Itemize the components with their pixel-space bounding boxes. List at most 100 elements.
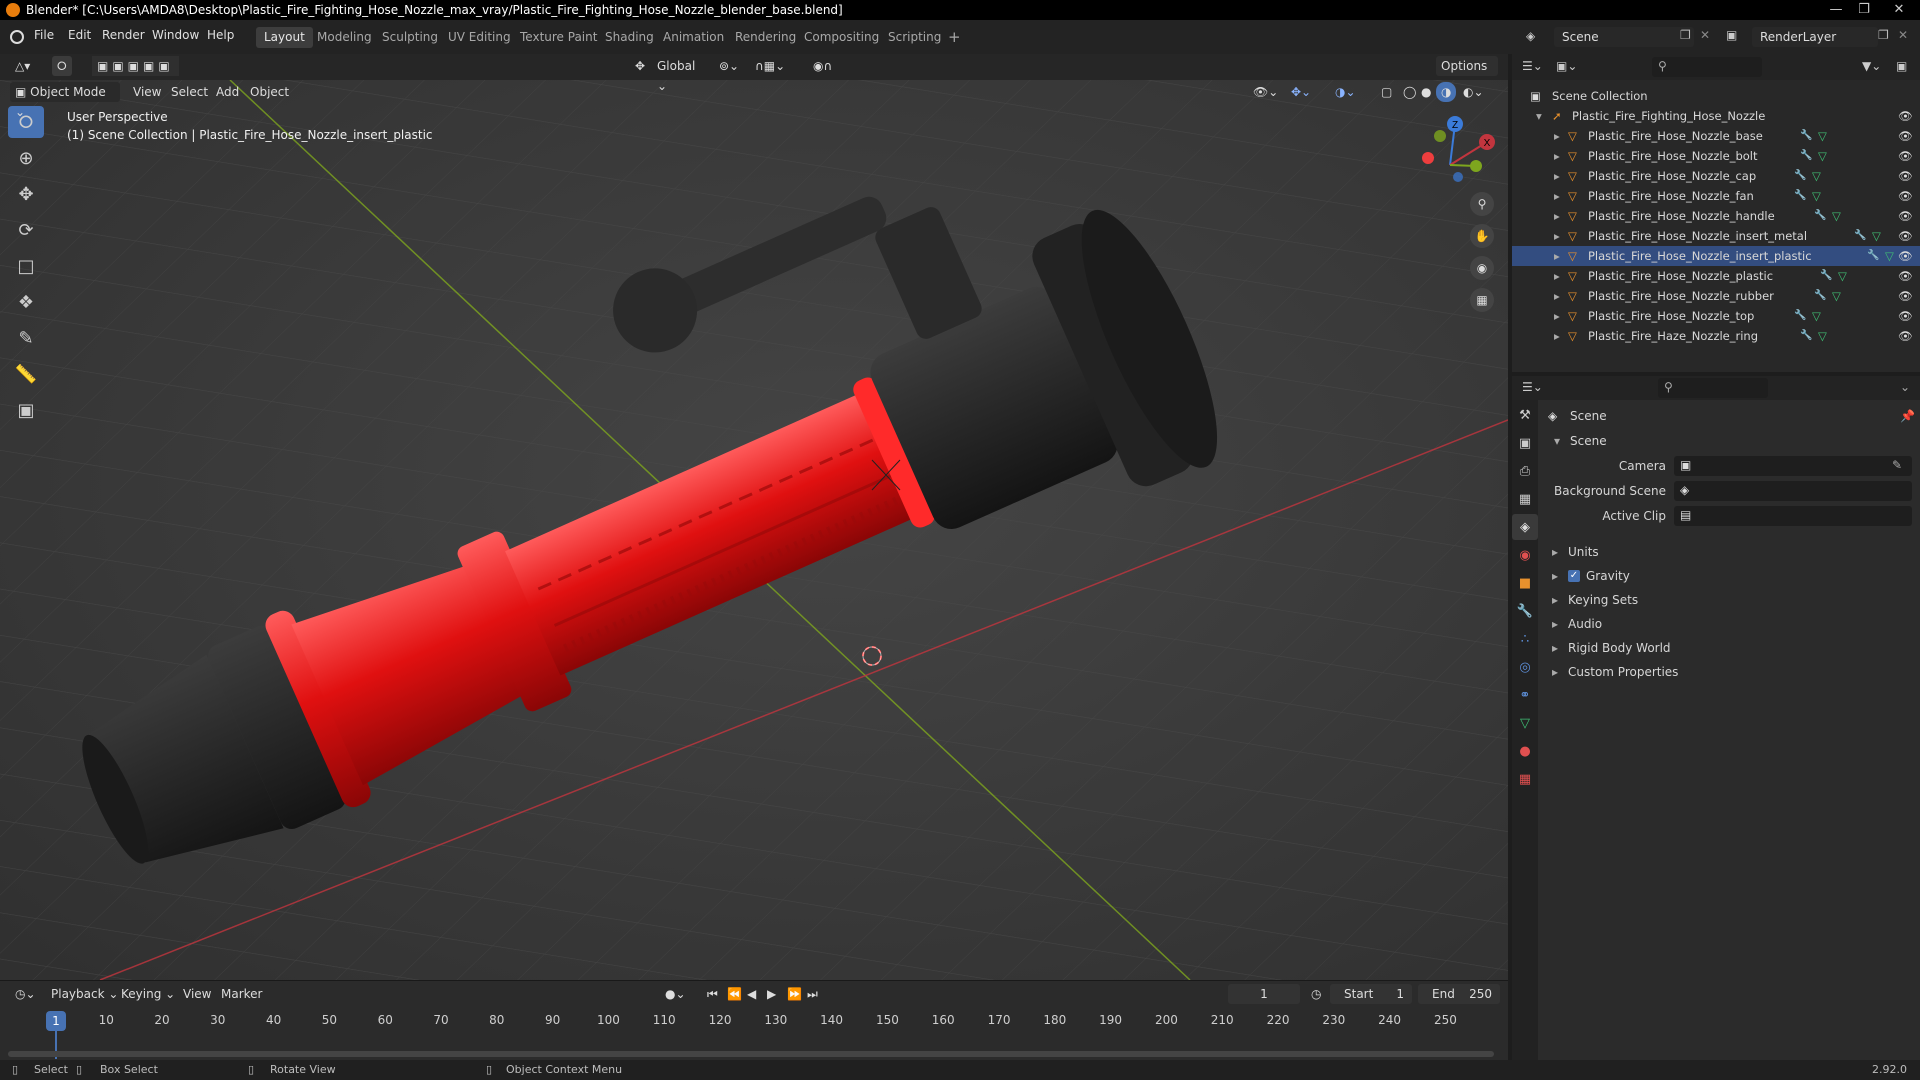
- output-tab-icon[interactable]: ⎙: [1512, 458, 1538, 484]
- tab-animation[interactable]: Animation: [655, 27, 732, 48]
- tab-shading[interactable]: Shading: [597, 27, 662, 48]
- menu-window[interactable]: Window: [152, 28, 199, 42]
- modifier-icon[interactable]: 🔧: [1867, 246, 1879, 266]
- properties-search-input[interactable]: ⚲: [1658, 378, 1768, 398]
- xray-toggle-icon[interactable]: ▢: [1376, 82, 1397, 102]
- outliner-object-row[interactable]: Plastic_Fire_Hose_Nozzle_plastic ▸ ▽ 🔧 ▽ 👁: [1512, 266, 1920, 286]
- expand-arrow-icon[interactable]: ▸: [1554, 166, 1560, 186]
- visibility-eye-icon[interactable]: 👁: [1898, 166, 1913, 186]
- menu-file[interactable]: File: [34, 28, 54, 42]
- expand-arrow-icon[interactable]: ▸: [1554, 206, 1560, 226]
- jump-end-icon[interactable]: ⏭: [802, 984, 823, 1004]
- modifier-icon[interactable]: 🔧: [1814, 206, 1826, 226]
- tab-layout[interactable]: Layout: [256, 27, 313, 48]
- expand-arrow-icon[interactable]: ▸: [1554, 306, 1560, 326]
- gizmo-toggle-icon[interactable]: ✥⌄: [1286, 82, 1316, 102]
- preview-range-icon[interactable]: ◷: [1306, 984, 1326, 1004]
- modifier-icon[interactable]: 🔧: [1800, 126, 1812, 146]
- current-frame-field[interactable]: 1: [1228, 984, 1300, 1004]
- select-box-tool-icon[interactable]: ⭘: [8, 106, 44, 138]
- cursor-tool-icon[interactable]: ⊕: [8, 142, 44, 174]
- rotate-tool-icon[interactable]: ⟳: [8, 214, 44, 246]
- visibility-eye-icon[interactable]: 👁: [1898, 226, 1913, 246]
- modifier-icon[interactable]: 🔧: [1814, 286, 1826, 306]
- viewport-menu-object[interactable]: Object: [245, 82, 294, 102]
- blender-menu-icon[interactable]: [10, 30, 24, 44]
- play-reverse-icon[interactable]: ◀: [742, 984, 761, 1004]
- timeline-menu-playback[interactable]: Playback ⌄: [46, 984, 123, 1004]
- outliner-object-row[interactable]: Plastic_Fire_Hose_Nozzle_fan ▸ ▽ 🔧 ▽ 👁: [1512, 186, 1920, 206]
- expand-arrow-icon[interactable]: ▸: [1554, 326, 1560, 346]
- outliner-object-row[interactable]: Plastic_Fire_Hose_Nozzle_top ▸ ▽ 🔧 ▽ 👁: [1512, 306, 1920, 326]
- options-dropdown[interactable]: Options ⌄: [1436, 56, 1498, 93]
- material-preview-shading-icon[interactable]: ◑: [1436, 82, 1457, 102]
- new-scene-icon[interactable]: ❐: [1680, 28, 1691, 42]
- keying-sets-subpanel[interactable]: ▸ Keying Sets: [1548, 590, 1908, 610]
- outliner-object-row[interactable]: Plastic_Fire_Hose_Nozzle_rubber ▸ ▽ 🔧 ▽ 👁: [1512, 286, 1920, 306]
- modifier-icon[interactable]: 🔧: [1854, 226, 1866, 246]
- timeline-scrollbar[interactable]: [8, 1051, 1494, 1057]
- visibility-eye-icon[interactable]: 👁: [1898, 146, 1913, 166]
- remove-renderlayer-icon[interactable]: ✕: [1898, 28, 1908, 42]
- object-mode-dropdown[interactable]: ▣ Object Mode ⌄: [10, 82, 120, 119]
- proportional-edit-icon[interactable]: ◉∩: [808, 56, 837, 76]
- scale-tool-icon[interactable]: □: [8, 250, 44, 282]
- scene-selector-icon[interactable]: ◈: [1526, 29, 1535, 43]
- outliner-object-row[interactable]: Plastic_Fire_Hose_Nozzle_handle ▸ ▽ 🔧 ▽ 👁: [1512, 206, 1920, 226]
- select-tool-icon[interactable]: ⭘: [52, 56, 72, 76]
- outliner-object-row[interactable]: Plastic_Fire_Haze_Nozzle_ring ▸ ▽ 🔧 ▽ 👁: [1512, 326, 1920, 346]
- view-layer-tab-icon[interactable]: ▦: [1512, 486, 1538, 512]
- jump-start-icon[interactable]: ⏮: [702, 984, 723, 1004]
- tab-texture-paint[interactable]: Texture Paint: [512, 27, 605, 48]
- expand-arrow-icon[interactable]: ▸: [1554, 126, 1560, 146]
- outliner-object-row[interactable]: Plastic_Fire_Hose_Nozzle_insert_plastic ▸…: [1512, 246, 1920, 266]
- outliner-search-input[interactable]: ⚲: [1652, 57, 1762, 77]
- expand-arrow-icon[interactable]: ▸: [1554, 246, 1560, 266]
- rigid-body-world-subpanel[interactable]: ▸ Rigid Body World: [1548, 638, 1908, 658]
- renderlayer-field[interactable]: RenderLayer: [1752, 27, 1878, 47]
- move-tool-icon[interactable]: ✥: [8, 178, 44, 210]
- scene-tab-icon[interactable]: ◈: [1512, 514, 1538, 540]
- maximize-icon[interactable]: ❐: [1850, 0, 1878, 20]
- constraints-tab-icon[interactable]: ⚭: [1512, 682, 1538, 708]
- scene-field[interactable]: Scene: [1554, 27, 1694, 47]
- transform-orientation-icon[interactable]: ✥: [630, 56, 650, 76]
- texture-tab-icon[interactable]: ▦: [1512, 766, 1538, 792]
- modifier-icon[interactable]: 🔧: [1794, 186, 1806, 206]
- viewport-menu-view[interactable]: View: [128, 82, 166, 102]
- transform-tool-icon[interactable]: ❖: [8, 286, 44, 318]
- snap-icon[interactable]: ∩▦⌄: [750, 56, 790, 76]
- camera-view-icon[interactable]: ◉: [1470, 256, 1494, 280]
- selection-mode-icons[interactable]: ▣▣▣▣▣: [92, 56, 179, 76]
- outliner-object-row[interactable]: Plastic_Fire_Hose_Nozzle_cap ▸ ▽ 🔧 ▽ 👁: [1512, 166, 1920, 186]
- viewport-menu-select[interactable]: Select: [166, 82, 213, 102]
- timeline-menu-keying[interactable]: Keying ⌄: [116, 984, 180, 1004]
- tab-scripting[interactable]: Scripting: [880, 27, 949, 48]
- world-tab-icon[interactable]: ◉: [1512, 542, 1538, 568]
- expand-arrow-icon[interactable]: ▸: [1554, 286, 1560, 306]
- visibility-eye-icon[interactable]: 👁: [1898, 326, 1913, 346]
- solid-shading-icon[interactable]: ●: [1416, 82, 1436, 102]
- outliner-editor-type-icon[interactable]: ☰⌄: [1522, 59, 1543, 73]
- tab-sculpting[interactable]: Sculpting: [374, 27, 446, 48]
- pivot-point-icon[interactable]: ⊚⌄: [714, 56, 744, 76]
- tool-tab-icon[interactable]: ⚒: [1512, 402, 1538, 428]
- end-frame-field[interactable]: End 250: [1418, 984, 1500, 1004]
- new-renderlayer-icon[interactable]: ❐: [1878, 28, 1889, 42]
- outliner-scene-collection-row[interactable]: ▣ Scene Collection: [1512, 86, 1920, 106]
- gravity-subpanel[interactable]: ▸ ✓ Gravity: [1548, 566, 1908, 586]
- outliner-collection-row[interactable]: ▾ ➚ Plastic_Fire_Fighting_Hose_Nozzle 👁: [1512, 106, 1920, 126]
- properties-editor-type-icon[interactable]: ☰⌄: [1522, 380, 1543, 394]
- filter-icon[interactable]: ▼⌄: [1862, 59, 1881, 73]
- object-tab-icon[interactable]: ■: [1512, 570, 1538, 596]
- timeline-ruler[interactable]: 10 20 30 40 50 60 70 80 90 100 110 120 130 140 150 160 1…: [0, 1013, 1508, 1031]
- gravity-checkbox[interactable]: ✓: [1568, 570, 1580, 582]
- visibility-eye-icon[interactable]: 👁: [1898, 106, 1913, 126]
- modifier-icon[interactable]: 🔧: [1794, 306, 1806, 326]
- pan-hand-icon[interactable]: ✋: [1470, 224, 1494, 248]
- visibility-eye-icon[interactable]: 👁: [1898, 306, 1913, 326]
- physics-tab-icon[interactable]: ◎: [1512, 654, 1538, 680]
- expand-arrow-icon[interactable]: ▸: [1554, 226, 1560, 246]
- start-frame-field[interactable]: Start 1: [1330, 984, 1412, 1004]
- pin-icon[interactable]: 📌: [1900, 406, 1915, 426]
